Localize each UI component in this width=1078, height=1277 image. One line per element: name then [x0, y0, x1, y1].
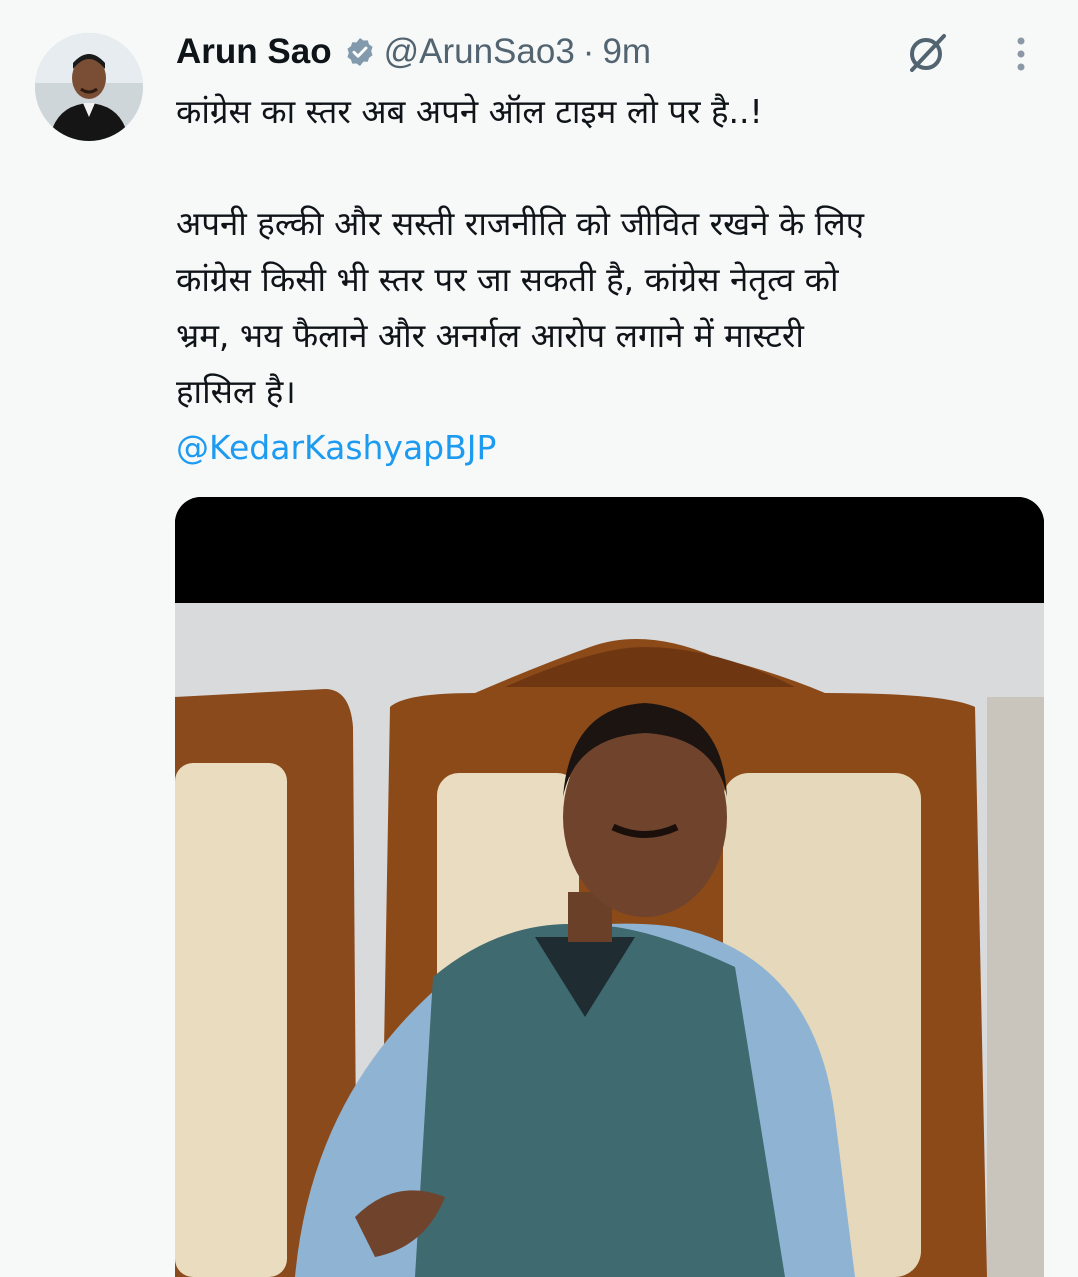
right-wall: [987, 697, 1044, 1277]
avatar[interactable]: [35, 33, 143, 141]
video-letterbox-bar: [175, 497, 1044, 603]
video-frame: [175, 497, 1044, 1277]
tweet-text-line: हासिल है।: [176, 372, 296, 411]
mention-link[interactable]: @KedarKashyapBJP: [176, 420, 1036, 476]
tweet-text-line: भ्रम, भय फैलाने और अनर्गल आरोप लगाने में…: [176, 316, 804, 355]
tweet-text: कांग्रेस का स्तर अब अपने ऑल टाइम लो पर ह…: [176, 84, 1036, 476]
tweet-header: Arun Sao @ArunSao3 · 9m: [176, 26, 651, 78]
more-icon[interactable]: [1008, 34, 1034, 74]
verified-badge-icon: [344, 36, 376, 68]
tweet-text-line: कांग्रेस का स्तर अब अपने ऑल टाइम लो पर ह…: [176, 92, 763, 131]
left-chair-cushion: [175, 763, 287, 1277]
author-handle[interactable]: @ArunSao3: [384, 32, 575, 72]
avatar-image: [35, 33, 143, 141]
video-media[interactable]: [175, 497, 1044, 1277]
tweet-text-line: कांग्रेस किसी भी स्तर पर जा सकती है, कां…: [176, 260, 839, 299]
tweet-text-line: अपनी हल्की और सस्ती राजनीति को जीवित रखन…: [176, 204, 864, 243]
separator-dot: ·: [582, 32, 595, 71]
author-display-name[interactable]: Arun Sao: [176, 32, 332, 72]
tweet-timestamp[interactable]: 9m: [602, 32, 651, 72]
grok-icon[interactable]: [904, 30, 950, 76]
